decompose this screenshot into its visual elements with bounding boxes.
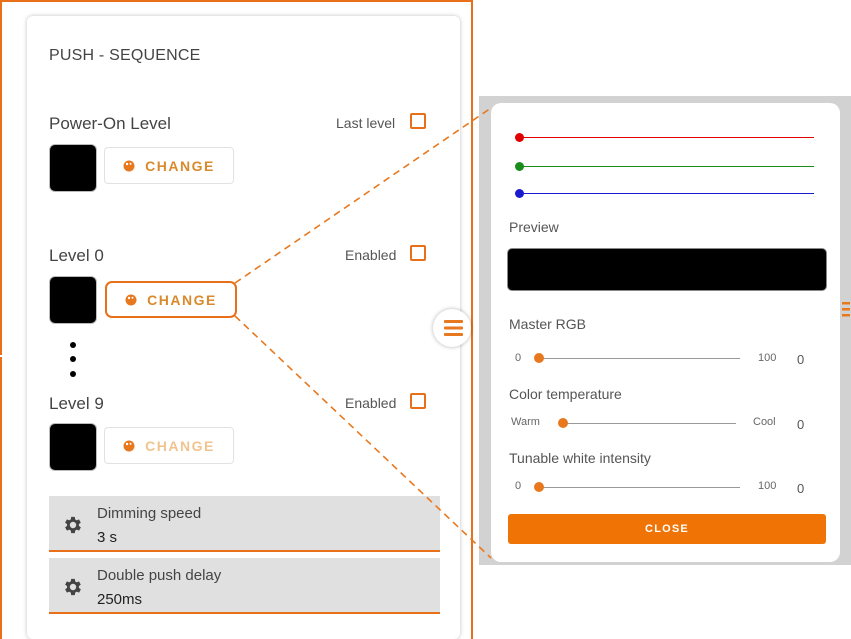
callout-connector-lines <box>234 107 492 559</box>
